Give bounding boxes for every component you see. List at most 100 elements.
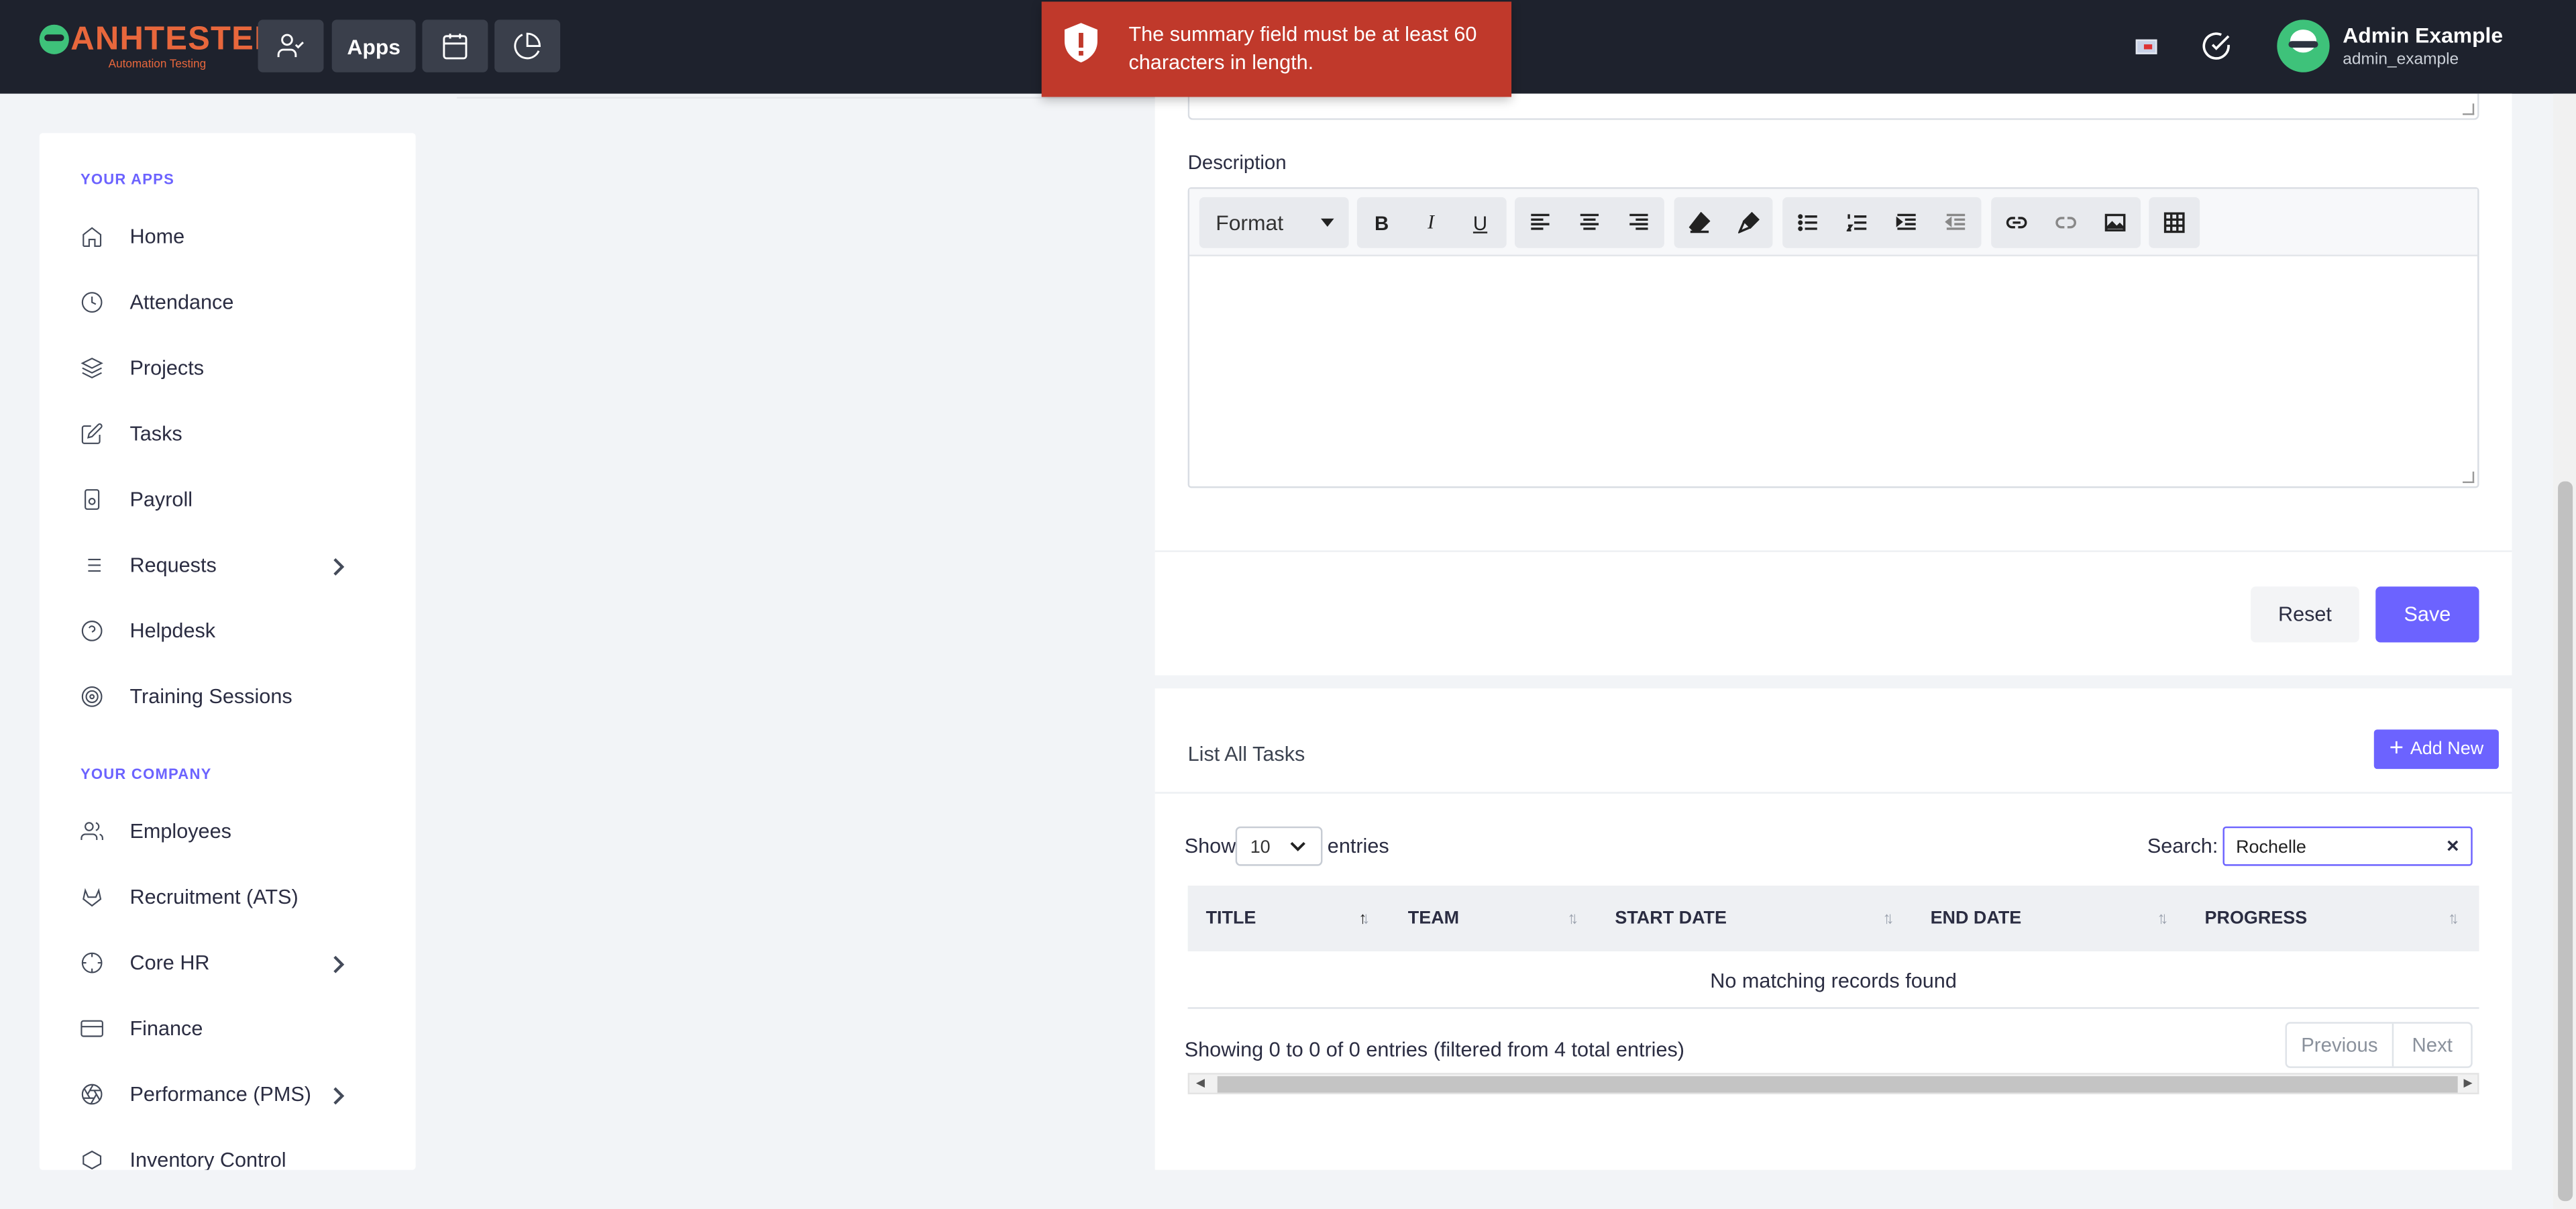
page-vertical-scrollbar[interactable] [2553, 93, 2576, 1209]
language-flag-icon[interactable] [2135, 39, 2157, 54]
reset-button[interactable]: Reset [2251, 586, 2359, 643]
numbered-list-icon [1845, 214, 1866, 231]
sidebar-section-company: YOUR COMPANY [80, 766, 212, 782]
column-end-date[interactable]: END DATE [1931, 908, 2022, 928]
sidebar-item-requests[interactable]: Requests [80, 547, 376, 584]
sidebar-item-inventory-control[interactable]: Inventory Control [80, 1142, 376, 1170]
task-form-card: Description Format B I U Reset Save [1155, 93, 2512, 676]
user-check-icon [277, 34, 304, 58]
logo-glasses-icon [39, 24, 69, 54]
form-divider [1155, 550, 2512, 552]
sidebar-item-training-sessions[interactable]: Training Sessions [80, 678, 376, 715]
table-info: Showing 0 to 0 of 0 entries (filtered fr… [1184, 1038, 1685, 1062]
sidebar-item-core-hr[interactable]: Core HR [80, 945, 376, 981]
search-input[interactable]: Rochelle [2222, 826, 2473, 866]
insert-image-button[interactable] [2090, 197, 2139, 248]
users-icon [80, 822, 103, 841]
sort-icon[interactable]: ↑↓ [1567, 910, 1578, 929]
column-title[interactable]: TITLE [1206, 908, 1256, 928]
sidebar-item-home[interactable]: Home [80, 219, 376, 255]
insert-link-button[interactable] [1991, 197, 2040, 248]
calendar-icon [443, 34, 468, 60]
user-check-button[interactable] [258, 19, 324, 72]
table-horizontal-scrollbar[interactable]: ◀ ▶ [1187, 1073, 2479, 1095]
scrollbar-thumb[interactable] [1217, 1076, 2458, 1093]
align-right-button[interactable] [1613, 197, 1662, 248]
check-circle-icon[interactable] [2202, 32, 2231, 61]
sidebar-item-label: Inventory Control [129, 1148, 286, 1170]
list-title: List All Tasks [1187, 742, 1305, 766]
sidebar-item-employees[interactable]: Employees [80, 813, 376, 849]
outdent-button[interactable] [1931, 197, 1980, 248]
sort-icon[interactable]: ↑↓ [1883, 910, 1894, 929]
numbered-list-button[interactable] [1832, 197, 1881, 248]
next-button[interactable]: Next [2394, 1024, 2471, 1067]
column-team[interactable]: TEAM [1408, 908, 1459, 928]
previous-button[interactable]: Previous [2287, 1023, 2394, 1067]
pie-chart-button[interactable] [494, 19, 561, 72]
clear-format-group [1674, 197, 1773, 248]
sidebar-section-apps: YOUR APPS [80, 170, 175, 188]
empty-table-message: No matching records found [1187, 951, 2479, 1009]
clear-format-button[interactable] [1674, 197, 1723, 248]
column-start-date[interactable]: START DATE [1615, 908, 1727, 928]
unlink-button[interactable] [2041, 197, 2090, 248]
user-avatar[interactable] [2277, 19, 2330, 72]
indent-button[interactable] [1881, 197, 1930, 248]
sort-icon[interactable]: ↑↓ [2157, 910, 2169, 929]
insert-table-button[interactable] [2149, 197, 2198, 248]
sidebar-item-finance[interactable]: Finance [80, 1010, 376, 1047]
chevron-right-icon [333, 1087, 345, 1105]
table-header: TITLE ↑↓ TEAM ↑↓ START DATE ↑↓ END DATE … [1187, 886, 2479, 951]
payroll-icon [85, 489, 100, 510]
add-new-button[interactable]: + Add New [2373, 729, 2499, 770]
app-logo[interactable]: ANHTESTER Automation Testing [39, 21, 279, 70]
bullet-list-button[interactable] [1782, 197, 1831, 248]
clear-search-icon[interactable]: × [2441, 834, 2464, 857]
align-left-button[interactable] [1515, 197, 1564, 248]
sidebar-item-projects[interactable]: Projects [80, 350, 376, 386]
outdent-icon [1944, 213, 1964, 230]
aperture-icon [81, 1084, 103, 1105]
page-length-select[interactable]: 10 [1235, 826, 1323, 866]
tasks-list-card: List All Tasks + Add New Show 10 entries … [1155, 688, 2512, 1170]
sort-icon[interactable]: ↑↓ [2448, 910, 2459, 929]
column-progress[interactable]: PROGRESS [2205, 908, 2308, 928]
sidebar-item-recruitment[interactable]: Recruitment (ATS) [80, 879, 376, 915]
chevron-right-icon [333, 558, 345, 576]
sidebar-item-attendance[interactable]: Attendance [80, 284, 376, 321]
sidebar-item-payroll[interactable]: Payroll [80, 482, 376, 518]
description-editor[interactable]: Format B I U [1187, 187, 2479, 488]
image-icon [2104, 213, 2125, 231]
resize-handle[interactable] [2463, 103, 2475, 115]
summary-textarea[interactable] [1187, 93, 2479, 120]
align-right-icon [1629, 213, 1648, 230]
scroll-right-icon[interactable]: ▶ [2464, 1076, 2473, 1090]
user-name[interactable]: Admin Example [2343, 23, 2503, 48]
text-style-group: B I U [1356, 197, 1507, 248]
page-scrollbar-thumb[interactable] [2558, 481, 2573, 1202]
paint-format-button[interactable] [1723, 197, 1772, 248]
apps-button[interactable]: Apps [331, 19, 416, 72]
sort-asc-icon[interactable]: ↑↓ [1358, 910, 1370, 929]
target-icon [81, 686, 103, 707]
layers-icon [80, 358, 103, 379]
show-label: Show [1184, 835, 1236, 858]
sidebar-item-label: Helpdesk [129, 619, 216, 643]
italic-button[interactable]: I [1406, 197, 1455, 248]
description-label: Description [1187, 151, 1287, 174]
editor-toolbar: Format B I U [1189, 189, 2478, 257]
calendar-button[interactable] [422, 19, 488, 72]
error-toast[interactable]: The summary field must be at least 60 ch… [1041, 1, 1512, 97]
format-dropdown[interactable]: Format [1199, 197, 1349, 248]
sidebar-item-helpdesk[interactable]: Helpdesk [80, 613, 376, 649]
home-icon [83, 227, 102, 248]
underline-button[interactable]: U [1456, 197, 1505, 248]
sidebar-item-performance[interactable]: Performance (PMS) [80, 1076, 376, 1112]
save-button[interactable]: Save [2375, 586, 2479, 643]
scroll-left-icon[interactable]: ◀ [1196, 1076, 1205, 1090]
sidebar-item-tasks[interactable]: Tasks [80, 416, 376, 452]
editor-resize-handle[interactable] [2463, 471, 2475, 484]
align-center-button[interactable] [1564, 197, 1613, 248]
bold-button[interactable]: B [1357, 197, 1406, 248]
